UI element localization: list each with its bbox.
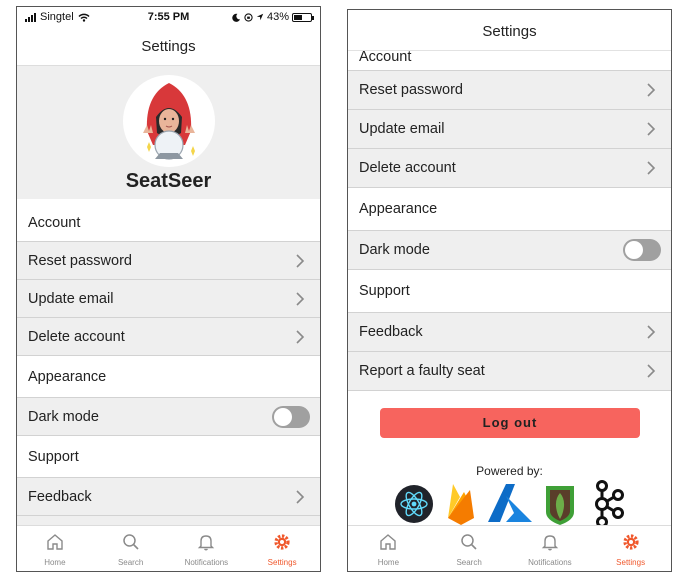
tab-notifications[interactable]: Notifications xyxy=(510,526,591,571)
kafka-logo xyxy=(595,480,624,528)
update-email-row[interactable]: Update email xyxy=(348,110,671,149)
orientation-lock-icon xyxy=(244,12,253,22)
update-email-row[interactable]: Update email xyxy=(17,280,320,318)
tab-label: Notifications xyxy=(184,558,229,567)
tab-bar: Home Search Notifications Settings xyxy=(17,525,320,571)
dark-mode-row: Dark mode xyxy=(17,398,320,436)
row-label: Feedback xyxy=(28,488,92,505)
section-label: Appearance xyxy=(359,201,438,217)
azure-logo xyxy=(488,484,532,522)
delete-account-row[interactable]: Delete account xyxy=(348,149,671,188)
row-label: Update email xyxy=(28,290,114,307)
row-label: Dark mode xyxy=(359,242,430,258)
row-label: Update email xyxy=(359,121,445,137)
row-label: Dark mode xyxy=(28,408,99,425)
tab-label: Settings xyxy=(267,558,297,567)
page-title: Settings xyxy=(482,23,537,40)
section-label: Support xyxy=(359,283,410,299)
battery-icon xyxy=(292,12,314,22)
status-bar: Singtel 7:55 PM 43% xyxy=(17,7,320,29)
settings-screen-scrolled: Settings Account Reset password Update e… xyxy=(347,9,672,572)
home-icon xyxy=(380,534,397,550)
tab-label: Search xyxy=(456,558,482,567)
mongodb-logo xyxy=(546,486,574,525)
section-header-account-partial: Account xyxy=(348,50,671,71)
tab-home[interactable]: Home xyxy=(17,526,93,571)
section-label: Account xyxy=(28,214,81,231)
logout-button[interactable]: Log out xyxy=(380,408,640,438)
chevron-right-icon xyxy=(296,253,305,268)
feedback-row[interactable]: Feedback xyxy=(348,313,671,352)
page-title: Settings xyxy=(141,38,196,55)
chevron-right-icon xyxy=(647,122,656,136)
section-label: Appearance xyxy=(28,368,107,385)
reset-password-row[interactable]: Reset password xyxy=(348,71,671,110)
firebase-logo xyxy=(448,484,474,525)
section-header-appearance: Appearance xyxy=(348,188,671,231)
chevron-right-icon xyxy=(296,489,305,504)
chevron-right-icon xyxy=(647,83,656,97)
settings-screen-top: Singtel 7:55 PM 43% Settings SeatSeer Ac… xyxy=(16,6,321,572)
chevron-right-icon xyxy=(647,325,656,339)
chevron-right-icon xyxy=(647,161,656,175)
dark-mode-toggle[interactable] xyxy=(272,405,310,428)
dark-mode-row: Dark mode xyxy=(348,231,671,270)
row-label: Delete account xyxy=(359,160,456,176)
chevron-right-icon xyxy=(296,291,305,306)
moon-icon xyxy=(232,13,241,22)
section-header-support: Support xyxy=(17,436,320,478)
home-icon xyxy=(47,534,63,550)
tab-label: Search xyxy=(117,558,144,567)
search-icon xyxy=(461,534,477,550)
tab-label: Settings xyxy=(616,558,646,567)
tab-notifications[interactable]: Notifications xyxy=(169,526,245,571)
tab-label: Home xyxy=(44,558,66,567)
section-header-appearance: Appearance xyxy=(17,356,320,398)
section-label: Support xyxy=(28,448,79,465)
section-label: Account xyxy=(359,50,412,65)
section-header-account: Account xyxy=(17,204,320,242)
tab-search[interactable]: Search xyxy=(429,526,510,571)
tab-home[interactable]: Home xyxy=(348,526,429,571)
delete-account-row[interactable]: Delete account xyxy=(17,318,320,356)
search-icon xyxy=(122,534,139,550)
profile-header: SeatSeer xyxy=(17,65,320,199)
chevron-right-icon xyxy=(296,329,305,344)
gear-icon xyxy=(274,534,290,550)
row-label: Reset password xyxy=(28,252,132,269)
bell-icon xyxy=(541,535,559,551)
react-logo xyxy=(395,485,433,523)
chevron-right-icon xyxy=(647,364,656,378)
row-label: Delete account xyxy=(28,328,125,345)
mascot-avatar xyxy=(123,75,215,167)
dark-mode-toggle[interactable] xyxy=(623,239,661,261)
location-icon xyxy=(256,13,264,21)
row-label: Feedback xyxy=(359,324,423,340)
bell-icon xyxy=(198,535,215,551)
tab-settings[interactable]: Settings xyxy=(590,526,671,571)
tab-label: Notifications xyxy=(528,558,572,567)
gear-icon xyxy=(623,534,639,550)
tab-bar: Home Search Notifications Settings xyxy=(348,525,671,571)
tab-search[interactable]: Search xyxy=(93,526,169,571)
tab-settings[interactable]: Settings xyxy=(244,526,320,571)
feedback-row[interactable]: Feedback xyxy=(17,478,320,516)
battery-percent: 43% xyxy=(266,11,289,23)
tab-label: Home xyxy=(377,558,400,567)
report-faulty-seat-row[interactable]: Report a faulty seat xyxy=(348,352,671,391)
section-header-support: Support xyxy=(348,270,671,313)
powered-by-label: Powered by: xyxy=(476,464,543,478)
row-label: Reset password xyxy=(359,82,463,98)
reset-password-row[interactable]: Reset password xyxy=(17,242,320,280)
row-label: Report a faulty seat xyxy=(359,363,485,379)
brand-name: SeatSeer xyxy=(125,170,212,192)
